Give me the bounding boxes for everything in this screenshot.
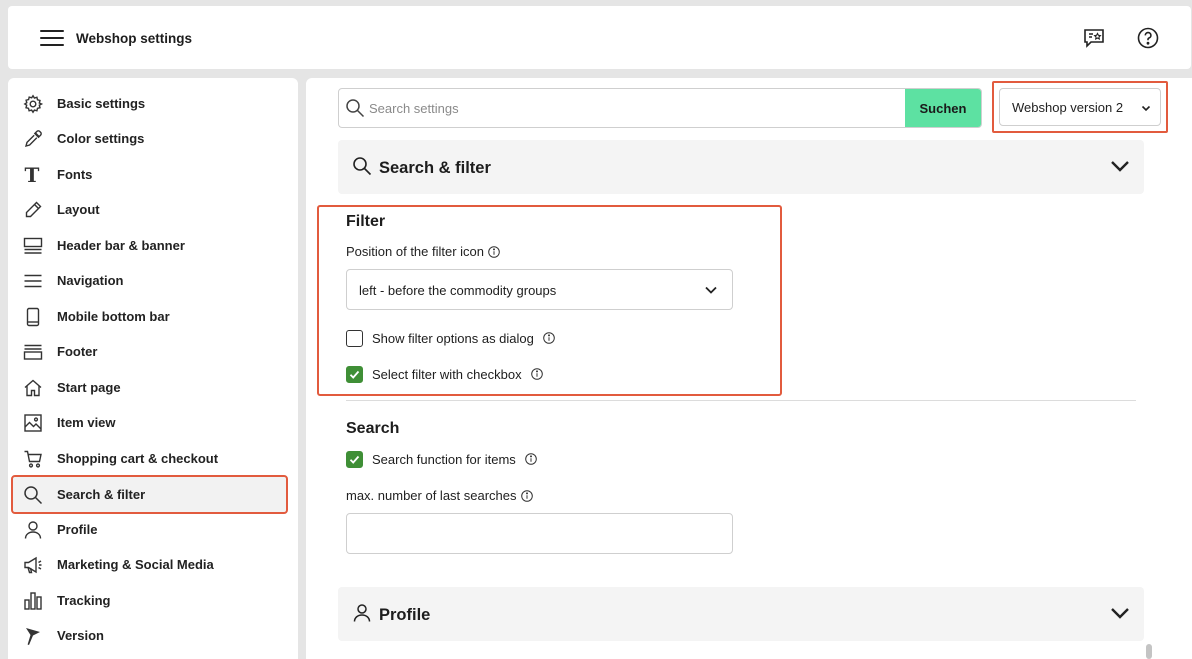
sidebar-item-label: Basic settings xyxy=(57,96,146,111)
hamburger-menu-icon[interactable] xyxy=(40,30,64,48)
search-bar: Suchen xyxy=(338,88,982,128)
checkbox-label: Select filter with checkbox xyxy=(372,366,522,382)
search-function-checkbox[interactable] xyxy=(346,450,363,468)
sidebar-item-start-page[interactable]: Start page xyxy=(13,370,286,405)
sidebar-item-item-view[interactable]: Item view xyxy=(13,405,286,440)
sidebar-item-label: Mobile bottom bar xyxy=(57,309,170,324)
user-icon xyxy=(352,603,372,623)
search-function-row: Search function for items xyxy=(346,449,537,469)
sidebar-item-mobile-bottom-bar[interactable]: Mobile bottom bar xyxy=(13,299,286,334)
home-icon xyxy=(23,378,43,398)
sidebar-item-label: Color settings xyxy=(57,131,145,146)
sidebar-item-label: Version xyxy=(57,628,104,643)
sidebar-item-basic-settings[interactable]: Basic settings xyxy=(13,86,286,121)
sidebar-item-header-bar-banner[interactable]: Header bar & banner xyxy=(13,228,286,263)
version-select[interactable]: Webshop version 2 xyxy=(999,88,1161,126)
footer-icon xyxy=(23,342,43,362)
sidebar-item-fonts[interactable]: T Fonts xyxy=(13,157,286,192)
sidebar-item-label: Tracking xyxy=(57,593,111,608)
show-filter-dialog-row: Show filter options as dialog xyxy=(346,328,555,348)
top-bar: Webshop settings xyxy=(8,6,1191,69)
sidebar-item-label: Start page xyxy=(57,380,121,395)
max-searches-label: max. number of last searches xyxy=(346,488,533,503)
info-icon[interactable] xyxy=(530,368,543,380)
sidebar-item-label: Marketing & Social Media xyxy=(57,557,214,572)
section-profile-header[interactable]: Profile xyxy=(338,587,1144,641)
sidebar-item-navigation[interactable]: Navigation xyxy=(13,263,286,298)
chevron-down-icon xyxy=(1110,606,1130,620)
bar-chart-icon xyxy=(23,591,43,611)
section-title: Profile xyxy=(379,606,431,624)
chevron-down-icon xyxy=(1110,159,1130,173)
checkbox-label: Search function for items xyxy=(372,451,516,467)
label-text: max. number of last searches xyxy=(346,488,517,503)
sidebar-item-tracking[interactable]: Tracking xyxy=(13,583,286,618)
checkbox-label: Show filter options as dialog xyxy=(372,330,534,346)
sidebar-item-label: Navigation xyxy=(57,273,124,288)
section-title: Search & filter xyxy=(379,159,491,177)
scrollbar-track[interactable] xyxy=(1144,140,1152,659)
select-value: left - before the commodity groups xyxy=(359,283,557,298)
version-select-value: Webshop version 2 xyxy=(1012,100,1124,115)
page-title: Webshop settings xyxy=(76,31,193,46)
header-banner-icon xyxy=(23,236,43,256)
info-icon[interactable] xyxy=(524,453,537,465)
sidebar-item-shopping-cart-checkout[interactable]: Shopping cart & checkout xyxy=(13,441,286,476)
sidebar-item-label: Search & filter xyxy=(57,487,146,502)
label-text: Position of the filter icon xyxy=(346,244,485,259)
info-icon[interactable] xyxy=(520,489,533,502)
sidebar-item-profile[interactable]: Profile xyxy=(13,512,286,547)
search-button[interactable]: Suchen xyxy=(905,89,981,127)
section-search-filter-header[interactable]: Search & filter xyxy=(338,140,1144,194)
font-icon: T xyxy=(23,165,43,185)
info-icon[interactable] xyxy=(488,245,500,258)
sidebar-item-footer[interactable]: Footer xyxy=(13,334,286,369)
sidebar-item-label: Footer xyxy=(57,344,98,359)
sidebar-item-version[interactable]: Version xyxy=(13,618,286,653)
flag-icon xyxy=(23,626,43,646)
sidebar-item-label: Header bar & banner xyxy=(57,238,185,253)
sidebar-item-layout[interactable]: Layout xyxy=(13,192,286,227)
sidebar-item-label: Shopping cart & checkout xyxy=(57,451,219,466)
scrollbar-thumb[interactable] xyxy=(1146,644,1152,659)
select-filter-checkbox-row: Select filter with checkbox xyxy=(346,364,543,384)
sidebar-item-color-settings[interactable]: Color settings xyxy=(13,121,286,156)
image-icon xyxy=(23,413,43,433)
sidebar-item-label: Profile xyxy=(57,522,98,537)
chevron-down-icon xyxy=(1140,102,1152,114)
menu-lines-icon xyxy=(23,271,43,291)
show-filter-dialog-checkbox[interactable] xyxy=(346,329,363,347)
cart-icon xyxy=(23,449,43,469)
mobile-icon xyxy=(23,307,43,327)
help-icon[interactable] xyxy=(1136,26,1160,50)
sidebar: Basic settings Color settings T Fonts La… xyxy=(8,78,298,659)
section-divider xyxy=(346,400,1136,401)
chevron-down-icon xyxy=(704,284,718,296)
search-icon xyxy=(345,98,365,118)
search-icon xyxy=(352,156,372,176)
sidebar-item-label: Fonts xyxy=(57,167,93,182)
megaphone-icon xyxy=(23,555,43,575)
search-icon xyxy=(23,485,43,505)
sidebar-item-label: Item view xyxy=(57,415,116,430)
filter-subtitle: Filter xyxy=(346,213,386,230)
eyedropper-icon xyxy=(23,129,43,149)
version-highlight: Webshop version 2 xyxy=(992,81,1168,133)
max-searches-input[interactable] xyxy=(346,513,733,554)
select-filter-checkbox[interactable] xyxy=(346,365,363,383)
sidebar-item-marketing-social-media[interactable]: Marketing & Social Media xyxy=(13,547,286,582)
search-subtitle: Search xyxy=(346,420,400,437)
sidebar-item-search-filter[interactable]: Search & filter xyxy=(11,475,288,514)
filter-position-label: Position of the filter icon xyxy=(346,244,500,259)
user-icon xyxy=(23,520,43,540)
gear-icon xyxy=(23,94,43,114)
main-panel: Suchen Webshop version 2 Search & filter… xyxy=(306,78,1192,659)
feedback-icon[interactable] xyxy=(1082,26,1106,50)
pencil-icon xyxy=(23,200,43,220)
filter-position-select[interactable]: left - before the commodity groups xyxy=(346,269,733,310)
search-input[interactable] xyxy=(369,89,905,127)
svg-text:T: T xyxy=(25,165,40,185)
info-icon[interactable] xyxy=(543,332,555,344)
sidebar-item-label: Layout xyxy=(57,202,100,217)
